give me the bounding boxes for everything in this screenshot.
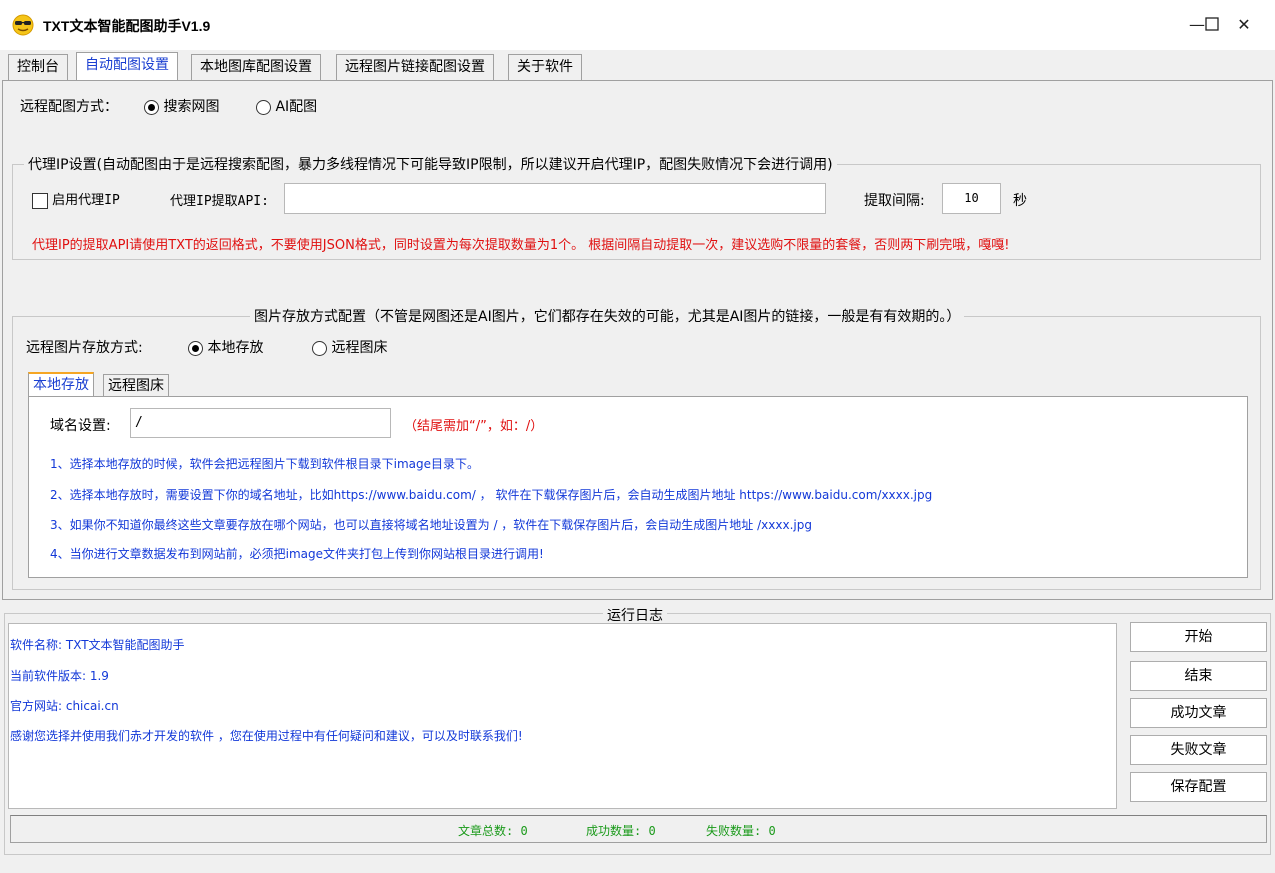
note-1: 1、选择本地存放的时候，软件会把远程图片下载到软件根目录下image目录下。	[50, 457, 480, 471]
failed-articles-button[interactable]: 失败文章	[1130, 735, 1267, 765]
storage-mode-label: 远程图片存放方式:	[26, 340, 143, 356]
enable-proxy-checkbox[interactable]: 启用代理IP	[32, 189, 120, 209]
radio-ai-image[interactable]: AI配图	[256, 96, 317, 116]
domain-label: 域名设置:	[50, 418, 111, 434]
radio-ai-image-label: AI配图	[275, 99, 318, 115]
title-bar: TXT文本智能配图助手V1.9 — ✕	[0, 0, 1275, 50]
proxy-legend: 代理IP设置(自动配图由于是远程搜索配图，暴力多线程情况下可能导致IP限制，所以…	[24, 154, 837, 174]
storage-legend: 图片存放方式配置（不管是网图还是AI图片，它们都存在失效的可能，尤其是AI图片的…	[250, 306, 965, 326]
radio-remote-host[interactable]: 远程图床	[312, 337, 387, 357]
log-line: 官方网站: chicai.cn	[10, 699, 119, 713]
domain-hint: （结尾需加“/”，如：/）	[404, 419, 544, 434]
tab-local-library-settings[interactable]: 本地图库配图设置	[191, 54, 321, 81]
interval-input[interactable]: 10	[942, 183, 1001, 214]
log-line: 感谢您选择并使用我们赤才开发的软件 ，您在使用过程中有任何疑问和建议，可以及时联…	[10, 729, 523, 743]
checkbox[interactable]	[32, 192, 48, 209]
maximize-icon	[1205, 17, 1219, 31]
tab-console[interactable]: 控制台	[8, 54, 68, 81]
stop-button[interactable]: 结束	[1130, 661, 1267, 691]
radio-button[interactable]	[312, 340, 327, 356]
interval-label: 提取间隔:	[864, 193, 925, 209]
tab-about[interactable]: 关于软件	[508, 54, 582, 81]
proxy-api-label: 代理IP提取API:	[170, 194, 269, 209]
subtab-remote-host[interactable]: 远程图床	[103, 374, 169, 396]
radio-button[interactable]	[188, 340, 203, 356]
radio-button[interactable]	[256, 99, 271, 115]
sunglasses-emoji-icon	[12, 14, 34, 36]
log-line: 当前软件版本: 1.9	[10, 669, 109, 683]
status-fail: 失败数量: 0	[706, 824, 776, 838]
radio-local-storage[interactable]: 本地存放	[188, 337, 263, 357]
main-tabs: 控制台 自动配图设置 本地图库配图设置 远程图片链接配图设置 关于软件	[0, 50, 1275, 81]
proxy-warning: 代理IP的提取API请使用TXT的返回格式，不要使用JSON格式，同时设置为每次…	[32, 238, 1010, 253]
tab-auto-image-settings[interactable]: 自动配图设置	[76, 52, 178, 81]
success-articles-button[interactable]: 成功文章	[1130, 698, 1267, 728]
enable-proxy-label: 启用代理IP	[52, 193, 120, 208]
tab-remote-link-settings[interactable]: 远程图片链接配图设置	[336, 54, 494, 81]
domain-input[interactable]: /	[130, 408, 391, 438]
save-config-button[interactable]: 保存配置	[1130, 772, 1267, 802]
radio-search-web-label: 搜索网图	[163, 99, 220, 115]
note-3: 3、如果你不知道你最终这些文章要存放在哪个网站，也可以直接将域名地址设置为 / …	[50, 518, 812, 532]
radio-search-web[interactable]: 搜索网图	[144, 96, 219, 116]
status-total: 文章总数: 0	[458, 824, 528, 838]
close-button[interactable]: ✕	[1229, 10, 1259, 40]
note-2: 2、选择本地存放时，需要设置下你的域名地址，比如https://www.baid…	[50, 488, 933, 502]
proxy-api-input[interactable]	[284, 183, 826, 214]
start-button[interactable]: 开始	[1130, 622, 1267, 652]
interval-unit: 秒	[1013, 193, 1027, 209]
radio-local-storage-label: 本地存放	[207, 340, 264, 356]
log-line: 软件名称: TXT文本智能配图助手	[10, 638, 185, 652]
window-title: TXT文本智能配图助手V1.9	[43, 18, 211, 34]
radio-button[interactable]	[144, 99, 159, 115]
log-legend: 运行日志	[603, 605, 667, 625]
subtab-local-storage[interactable]: 本地存放	[28, 372, 94, 396]
remote-mode-label: 远程配图方式：	[20, 99, 118, 115]
radio-remote-host-label: 远程图床	[331, 340, 388, 356]
status-success: 成功数量: 0	[586, 824, 656, 838]
note-4: 4、当你进行文章数据发布到网站前，必须把image文件夹打包上传到你网站根目录进…	[50, 547, 544, 561]
